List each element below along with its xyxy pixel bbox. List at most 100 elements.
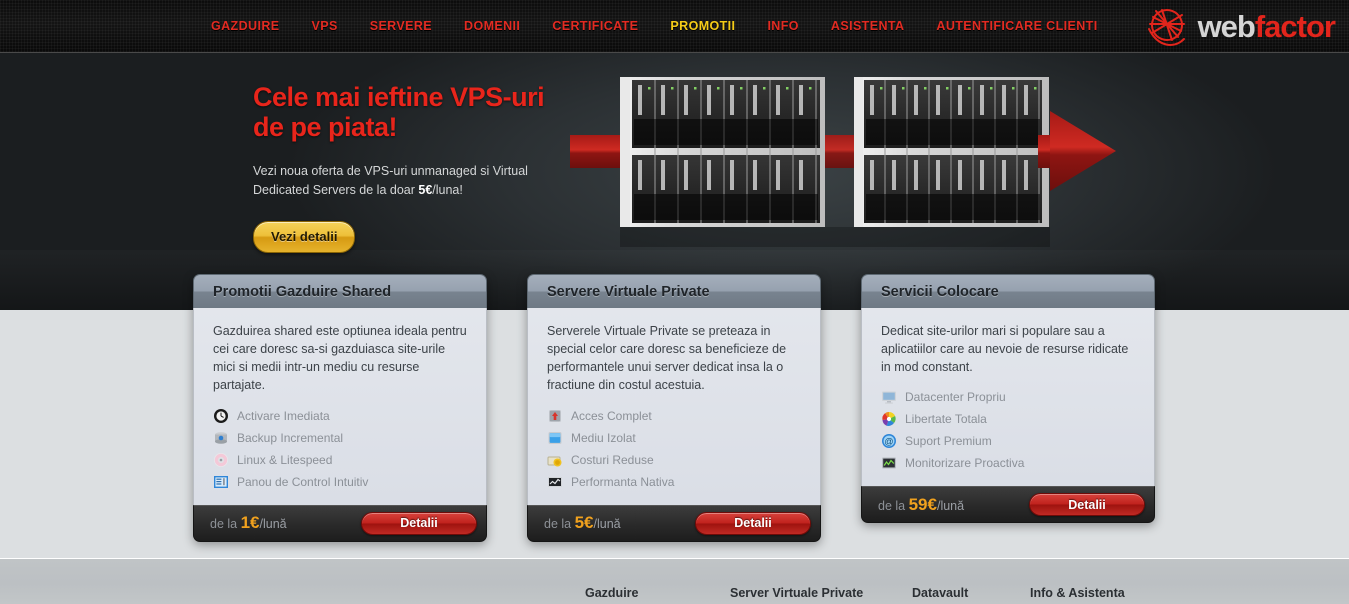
- nav-item-autentificare-clienti[interactable]: AUTENTIFICARE CLIENTI: [920, 0, 1113, 53]
- service-card: Servicii Colocare Dedicat site-urilor mar…: [861, 274, 1155, 524]
- card-footer: de la 59€/lună Detalii: [861, 486, 1155, 524]
- card-price: de la 59€/lună: [878, 495, 964, 515]
- service-card: Promotii Gazduire Shared Gazduirea shared…: [193, 274, 487, 542]
- card-description: Serverele Virtuale Private se preteaza i…: [547, 324, 787, 393]
- nav-item-gazduire[interactable]: GAZDUIRE: [195, 0, 295, 53]
- feature-label: Backup Incremental: [237, 430, 344, 445]
- card-title: Servicii Colocare: [881, 283, 999, 300]
- server-upload-icon: [547, 408, 563, 424]
- feature-row: Datacenter Propriu: [881, 388, 1135, 406]
- feature-label: Mediu Izolat: [571, 430, 636, 445]
- price-suffix: /lună: [936, 498, 965, 513]
- feature-label: Libertate Totala: [905, 412, 987, 427]
- footer-column-server-virtuale-private[interactable]: Server Virtuale Private: [730, 586, 912, 600]
- color-wheel-icon: [881, 411, 897, 427]
- feature-list: Activare Imediata Backup Incremental Linux…: [213, 407, 467, 491]
- feature-list: Acces Complet Mediu Izolat Costuri Reduse P…: [547, 407, 801, 491]
- card-price: de la 5€/lună: [544, 513, 621, 533]
- feature-label: Performanta Nativa: [571, 474, 675, 489]
- hero-subtitle: Vezi noua oferta de VPS-uri unmanaged si…: [253, 162, 535, 198]
- hero-text-block: Cele mai ieftine VPS-uri de pe piata! Ve…: [253, 82, 553, 253]
- nav-item-vps[interactable]: VPS: [295, 0, 353, 53]
- stopwatch-icon: [213, 408, 229, 424]
- feature-label: Acces Complet: [571, 408, 652, 423]
- feature-label: Linux & Litespeed: [237, 452, 333, 467]
- feature-label: Suport Premium: [905, 434, 992, 449]
- price-amount: 1€: [240, 513, 260, 532]
- feature-list: Datacenter Propriu Libertate Totala @ Supor…: [881, 388, 1135, 472]
- nav-item-domenii[interactable]: DOMENII: [448, 0, 536, 53]
- card-body: Gazduirea shared este optiunea ideala pe…: [193, 308, 487, 505]
- hero-subtitle-price: 5€: [418, 182, 433, 197]
- card-header: Servere Virtuale Private: [527, 274, 821, 308]
- server-racks-illustration: [560, 63, 1120, 263]
- footer-columns: Gazduire Server Virtuale Private Datavault…: [585, 586, 1125, 600]
- feature-row: Acces Complet: [547, 407, 801, 425]
- hero-subtitle-before: Vezi noua oferta de VPS-uri unmanaged si…: [253, 164, 528, 197]
- card-title: Promotii Gazduire Shared: [213, 283, 392, 300]
- feature-row: Linux & Litespeed: [213, 451, 467, 469]
- hero-subtitle-after: /luna!: [432, 182, 463, 197]
- control-panel-icon: [213, 474, 229, 490]
- card-details-button[interactable]: Detalii: [695, 511, 811, 535]
- chart-icon: [547, 474, 563, 490]
- card-price: de la 1€/lună: [210, 513, 287, 533]
- nav-item-info[interactable]: INFO: [751, 0, 814, 53]
- card-header: Servicii Colocare: [861, 274, 1155, 308]
- disc-icon: [213, 452, 229, 468]
- site-logo[interactable]: webfactor: [1144, 4, 1336, 49]
- feature-label: Activare Imediata: [237, 408, 330, 423]
- footer-column-info-asistenta[interactable]: Info & Asistenta: [1030, 586, 1125, 600]
- monitoring-screen-icon: [881, 455, 897, 471]
- at-globe-icon: @: [881, 433, 897, 449]
- feature-label: Costuri Reduse: [571, 452, 654, 467]
- card-body: Serverele Virtuale Private se preteaza i…: [527, 308, 821, 505]
- svg-text:@: @: [884, 437, 893, 447]
- card-details-button[interactable]: Detalii: [361, 511, 477, 535]
- card-description: Gazduirea shared este optiunea ideala pe…: [213, 324, 467, 393]
- price-prefix: de la: [544, 517, 572, 531]
- hero-banner: Cele mai ieftine VPS-uri de pe piata! Ve…: [0, 53, 1349, 310]
- nav-item-asistenta[interactable]: ASISTENTA: [815, 0, 921, 53]
- footer-column-gazduire[interactable]: Gazduire: [585, 586, 730, 600]
- feature-row: Monitorizare Proactiva: [881, 454, 1135, 472]
- price-suffix: /lună: [259, 517, 287, 531]
- price-suffix: /lună: [593, 517, 621, 531]
- logo-text-web: web: [1197, 9, 1256, 44]
- feature-row: Backup Incremental: [213, 429, 467, 447]
- feature-row: Costuri Reduse: [547, 451, 801, 469]
- site-header: GAZDUIRE VPS SERVERE DOMENII CERTIFICATE PROM…: [0, 0, 1349, 53]
- hero-title: Cele mai ieftine VPS-uri de pe piata!: [253, 82, 553, 142]
- hero-title-line1: Cele mai ieftine VPS-uri: [253, 82, 545, 112]
- hero-title-line2: de pe piata!: [253, 111, 398, 142]
- feature-row: Libertate Totala: [881, 410, 1135, 428]
- feature-row: Panou de Control Intuitiv: [213, 473, 467, 491]
- page-root: GAZDUIRE VPS SERVERE DOMENII CERTIFICATE PROM…: [0, 0, 1349, 604]
- nav-item-servere[interactable]: SERVERE: [354, 0, 448, 53]
- service-card: Servere Virtuale Private Serverele Virtua…: [527, 274, 821, 542]
- database-backup-icon: [213, 430, 229, 446]
- monitor-icon: [881, 389, 897, 405]
- main-navigation: GAZDUIRE VPS SERVERE DOMENII CERTIFICATE PROM…: [195, 0, 1114, 53]
- footer-column-datavault[interactable]: Datavault: [912, 586, 1030, 600]
- logo-wordmark: webfactor: [1197, 9, 1336, 44]
- feature-row: Performanta Nativa: [547, 473, 801, 491]
- nav-item-promotii[interactable]: PROMOTII: [654, 0, 751, 53]
- feature-label: Panou de Control Intuitiv: [237, 474, 369, 489]
- money-icon: [547, 452, 563, 468]
- card-body: Dedicat site-urilor mari si populare sau…: [861, 308, 1155, 487]
- price-amount: 59€: [908, 494, 937, 514]
- globe-grid-icon: [1144, 5, 1190, 49]
- price-amount: 5€: [574, 513, 594, 532]
- card-details-button[interactable]: Detalii: [1029, 493, 1145, 517]
- price-prefix: de la: [878, 498, 906, 513]
- feature-label: Monitorizare Proactiva: [905, 456, 1025, 471]
- nav-item-certificate[interactable]: CERTIFICATE: [536, 0, 654, 53]
- feature-row: @ Suport Premium: [881, 432, 1135, 450]
- card-title: Servere Virtuale Private: [547, 283, 710, 300]
- hero-cta-button[interactable]: Vezi detalii: [253, 220, 356, 253]
- site-footer: Gazduire Server Virtuale Private Datavault…: [0, 558, 1349, 604]
- card-header: Promotii Gazduire Shared: [193, 274, 487, 308]
- logo-text-factor: factor: [1254, 9, 1336, 44]
- services-band: Promotii Gazduire Shared Gazduirea shared…: [0, 274, 1349, 558]
